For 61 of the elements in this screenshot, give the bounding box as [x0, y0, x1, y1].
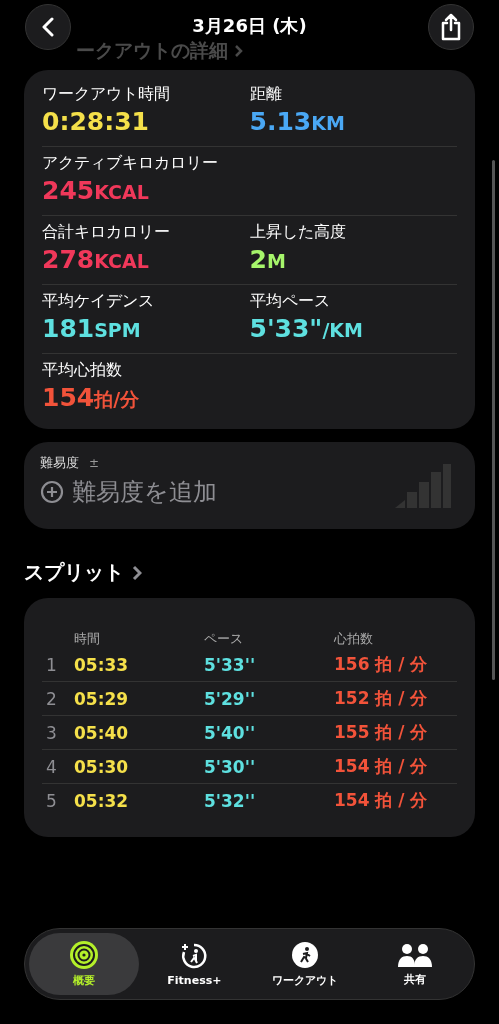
tab[interactable]: ワークアウト: [249, 933, 360, 995]
split-pace: 5'29'': [204, 688, 257, 709]
split-heart-rate: 155 拍 / 分: [334, 721, 429, 744]
add-icon: [40, 480, 64, 504]
date-title: 3月26日 (木): [191, 14, 308, 38]
split-number: 2: [45, 688, 58, 709]
metric-value: 278KCAL: [42, 245, 149, 274]
metric-value: 245KCAL: [42, 176, 149, 205]
column-header: ペース: [204, 630, 244, 648]
rings-icon: [70, 940, 99, 969]
chevron-icon: [132, 564, 142, 581]
runner-icon: [290, 940, 319, 969]
tab[interactable]: 共有: [359, 933, 470, 995]
split-heart-rate: 156 拍 / 分: [334, 653, 429, 676]
splits-title: スプリット: [24, 559, 124, 586]
metric-label: 上昇した高度: [249, 222, 346, 243]
split-number: 1: [45, 654, 58, 675]
split-number: 3: [45, 722, 58, 743]
split-pace: 5'30'': [204, 756, 257, 777]
split-heart-rate: 154 拍 / 分: [334, 789, 429, 812]
tab[interactable]: 概要: [29, 933, 140, 995]
split-heart-rate: 152 拍 / 分: [334, 687, 429, 710]
difficulty-label: 難易度: [40, 454, 79, 472]
split-time: 05:32: [74, 790, 130, 811]
metric-value: 0:28:31: [42, 107, 149, 136]
difficulty-card[interactable]: 難易度 ± 難易度を追加: [24, 442, 475, 529]
column-header: 時間: [74, 630, 101, 648]
split-pace: 5'32'': [204, 790, 257, 811]
chevron-icon: [234, 44, 243, 58]
back-icon: [41, 17, 55, 37]
split-pace: 5'40'': [204, 722, 257, 743]
share-button[interactable]: [428, 4, 474, 50]
metric-label: 平均ケイデンス: [42, 291, 154, 312]
metric-value: 2M: [249, 245, 286, 274]
column-header: 心拍数: [334, 630, 374, 648]
split-pace: 5'33'': [204, 654, 257, 675]
split-time: 05:40: [74, 722, 130, 743]
tab[interactable]: Fitness+: [139, 933, 250, 995]
metric-label: 距離: [249, 84, 282, 105]
section-title: ークアウトの詳細: [76, 38, 228, 63]
metric-label: 合計キロカロリー: [42, 222, 170, 243]
runner-timer-icon: [180, 941, 209, 970]
split-number: 4: [45, 756, 58, 777]
split-time: 05:29: [74, 688, 130, 709]
add-difficulty-text: 難易度を追加: [72, 477, 217, 508]
people-icon: [396, 941, 433, 968]
metric-label: 平均心拍数: [42, 360, 122, 381]
metric-value: 181SPM: [42, 314, 141, 343]
split-heart-rate: 154 拍 / 分: [334, 755, 429, 778]
metric-value: 154拍/分: [42, 383, 140, 413]
back-button[interactable]: [25, 4, 71, 50]
plus-minus-icon: ±: [89, 456, 100, 470]
split-time: 05:30: [74, 756, 130, 777]
metric-label: アクティブキロカロリー: [42, 153, 218, 174]
metric-value: 5'33"/KM: [249, 314, 363, 343]
metric-value: 5.13 KM: [249, 107, 345, 136]
share-icon: [440, 13, 462, 41]
metric-label: 平均ペース: [249, 291, 330, 312]
split-time: 05:33: [74, 654, 130, 675]
split-number: 5: [45, 790, 58, 811]
metric-label: ワークアウト時間: [42, 84, 170, 105]
